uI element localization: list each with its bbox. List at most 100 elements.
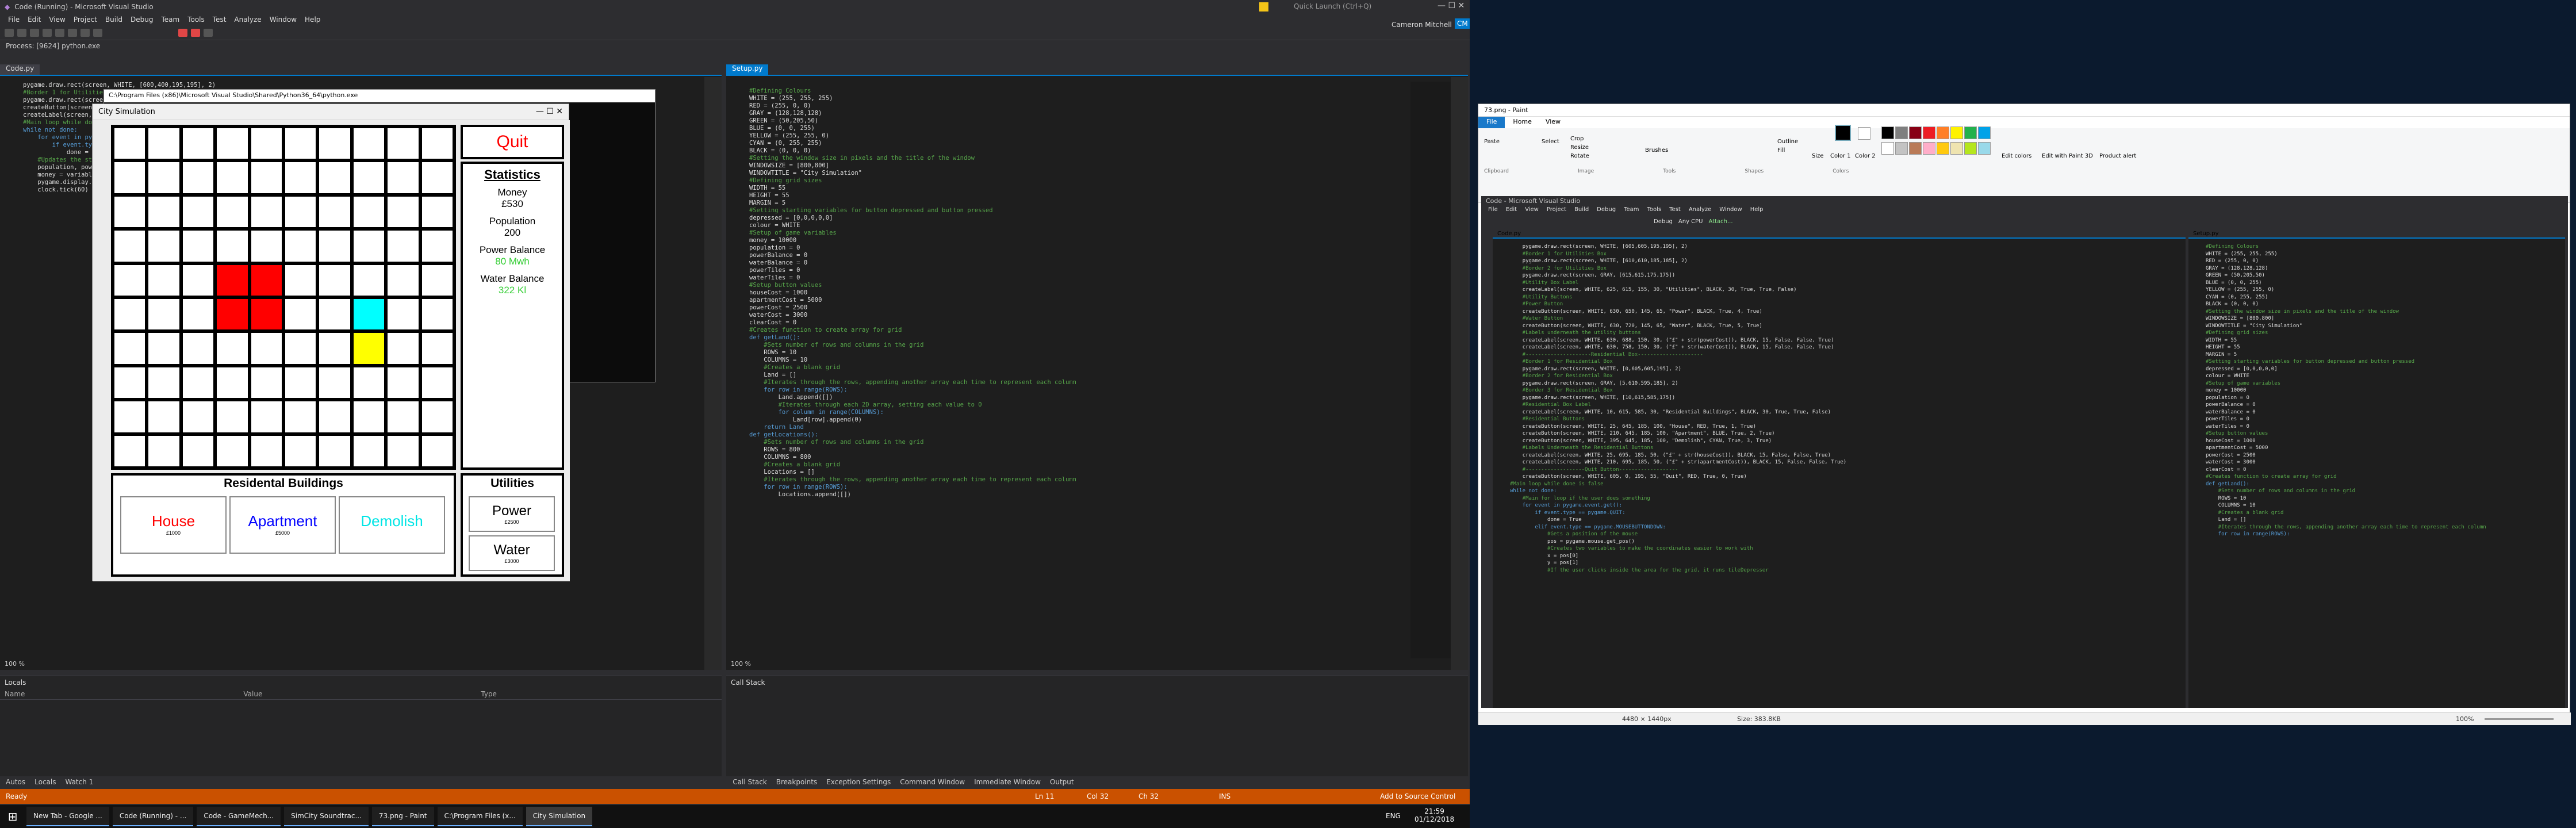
grid-tile[interactable] xyxy=(148,162,179,193)
open-icon[interactable] xyxy=(43,28,52,37)
break-all-icon[interactable] xyxy=(191,28,200,37)
grid-tile[interactable] xyxy=(251,299,282,330)
back-icon[interactable] xyxy=(5,28,14,37)
apartment-button[interactable]: Apartment £5000 xyxy=(229,496,336,554)
grid-tile[interactable] xyxy=(388,299,419,330)
editor-right-scrollbar[interactable] xyxy=(1451,77,1468,670)
product-alert-button[interactable]: Product alert xyxy=(2099,153,2136,159)
menu-file[interactable]: File xyxy=(8,16,20,24)
window-controls[interactable]: — ☐ ✕ xyxy=(1438,1,1465,10)
menu-edit[interactable]: Edit xyxy=(28,16,41,24)
fill-button[interactable]: Fill xyxy=(1777,147,1785,154)
grid-tile[interactable] xyxy=(251,435,282,466)
grid-tile[interactable] xyxy=(182,435,214,466)
minimap[interactable] xyxy=(1410,82,1451,658)
grid-tile[interactable] xyxy=(319,264,350,296)
menu-tools[interactable]: Tools xyxy=(187,16,205,24)
paste-button[interactable]: Paste xyxy=(1484,139,1500,145)
grid-tile[interactable] xyxy=(114,196,145,228)
grid-tile[interactable] xyxy=(285,299,316,330)
edit-colors-button[interactable]: Edit colors xyxy=(2002,153,2031,159)
grid-tile[interactable] xyxy=(353,367,385,398)
tab-locals[interactable]: Locals xyxy=(34,778,56,786)
grid-tile[interactable] xyxy=(182,299,214,330)
menu-help[interactable]: Help xyxy=(305,16,320,24)
user-avatar[interactable]: CM xyxy=(1455,18,1470,29)
grid-tile[interactable] xyxy=(148,367,179,398)
grid-tile[interactable] xyxy=(285,333,316,364)
color-palette[interactable] xyxy=(1881,126,1996,157)
menu-view[interactable]: View xyxy=(49,16,65,24)
grid-tile[interactable] xyxy=(114,435,145,466)
notification-flag-icon[interactable] xyxy=(1259,2,1268,12)
grid-tile[interactable] xyxy=(148,435,179,466)
inner-cpu[interactable]: Any CPU xyxy=(1678,218,1703,225)
restart-icon[interactable] xyxy=(204,28,213,37)
tab-breakpoints[interactable]: Breakpoints xyxy=(776,778,817,786)
menu-project[interactable]: Project xyxy=(74,16,97,24)
house-button[interactable]: House £1000 xyxy=(120,496,227,554)
grid-tile[interactable] xyxy=(421,264,453,296)
grid-tile[interactable] xyxy=(285,162,316,193)
taskbar-vs-running[interactable]: Code (Running) - ... xyxy=(112,807,194,826)
quick-launch-input[interactable]: Quick Launch (Ctrl+Q) xyxy=(1294,2,1371,10)
grid-tile[interactable] xyxy=(421,435,453,466)
grid-tile[interactable] xyxy=(421,367,453,398)
grid-tile[interactable] xyxy=(251,162,282,193)
edit-with-paint3d-button[interactable]: Edit with Paint 3D xyxy=(2042,153,2093,159)
zoom-left[interactable]: 100 % xyxy=(5,660,25,668)
grid-tile[interactable] xyxy=(388,264,419,296)
grid-tile[interactable] xyxy=(148,264,179,296)
grid-tile[interactable] xyxy=(319,162,350,193)
grid-tile[interactable] xyxy=(114,264,145,296)
grid-tile[interactable] xyxy=(114,333,145,364)
paint-zoom-slider[interactable] xyxy=(2485,718,2554,720)
grid-tile[interactable] xyxy=(114,231,145,262)
inner-tab-setup[interactable]: Setup.py xyxy=(2188,231,2565,239)
grid-tile[interactable] xyxy=(421,401,453,432)
grid-tile[interactable] xyxy=(217,231,248,262)
grid-tile[interactable] xyxy=(421,333,453,364)
paint-home-tab[interactable]: Home xyxy=(1507,117,1537,128)
grid-tile[interactable] xyxy=(148,299,179,330)
crop-button[interactable]: Crop xyxy=(1570,136,1584,142)
brushes-button[interactable]: Brushes xyxy=(1645,147,1668,154)
grid-tile[interactable] xyxy=(319,333,350,364)
resize-button[interactable]: Resize xyxy=(1570,144,1589,151)
tab-autos[interactable]: Autos xyxy=(6,778,25,786)
grid-tile[interactable] xyxy=(353,128,385,159)
grid-tile[interactable] xyxy=(285,128,316,159)
paint-view-tab[interactable]: View xyxy=(1540,117,1566,128)
tab-immediate-window[interactable]: Immediate Window xyxy=(974,778,1041,786)
color2-swatch[interactable] xyxy=(1858,127,1870,140)
save-all-icon[interactable] xyxy=(68,28,77,37)
tab-code-py[interactable]: Code.py xyxy=(0,64,40,75)
grid-tile[interactable] xyxy=(388,196,419,228)
grid-tile[interactable] xyxy=(353,264,385,296)
grid-tile[interactable] xyxy=(421,162,453,193)
grid-tile[interactable] xyxy=(182,333,214,364)
outline-button[interactable]: Outline xyxy=(1777,139,1798,145)
grid-tile[interactable] xyxy=(114,367,145,398)
grid-tile[interactable] xyxy=(319,128,350,159)
grid-tile[interactable] xyxy=(148,231,179,262)
grid-tile[interactable] xyxy=(251,128,282,159)
grid-tile[interactable] xyxy=(251,264,282,296)
grid-tile[interactable] xyxy=(353,435,385,466)
stop-debugging-icon[interactable] xyxy=(178,28,187,37)
grid-tile[interactable] xyxy=(217,264,248,296)
taskbar-soundtrack[interactable]: SimCity Soundtrac... xyxy=(284,807,369,826)
city-window-controls[interactable]: — ☐ ✕ xyxy=(536,107,563,116)
tab-watch1[interactable]: Watch 1 xyxy=(65,778,93,786)
grid-tile[interactable] xyxy=(217,333,248,364)
grid-tile[interactable] xyxy=(285,231,316,262)
taskbar-vs-gamemech[interactable]: Code - GameMech... xyxy=(197,807,281,826)
grid-tile[interactable] xyxy=(148,196,179,228)
tab-exception-settings[interactable]: Exception Settings xyxy=(826,778,891,786)
grid-tile[interactable] xyxy=(114,128,145,159)
select-button[interactable]: Select xyxy=(1542,139,1559,145)
grid-tile[interactable] xyxy=(421,231,453,262)
locals-col-type[interactable]: Type xyxy=(481,690,497,698)
taskbar-city-sim[interactable]: City Simulation xyxy=(526,807,593,826)
grid-tile[interactable] xyxy=(251,401,282,432)
